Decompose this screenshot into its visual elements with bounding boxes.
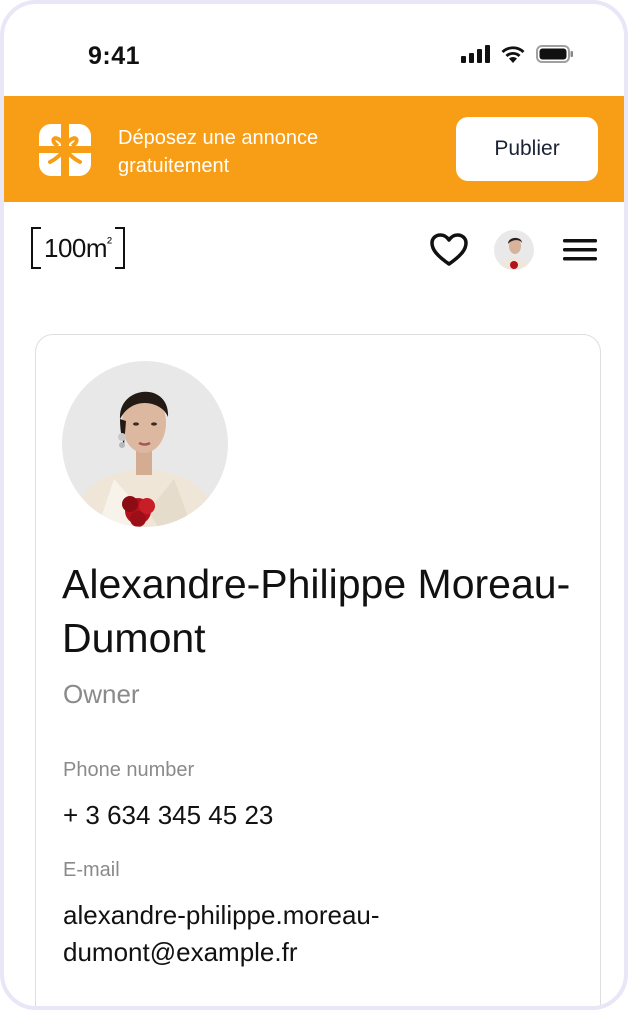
status-time: 9:41 — [88, 42, 141, 70]
profile-role: Owner — [63, 679, 140, 709]
email-label: E-mail — [63, 859, 120, 881]
phone-frame: 9:41 Déposez une annonce gratuitement Pu… — [0, 0, 628, 1010]
promo-banner: Déposez une annonce gratuitement Publier — [4, 96, 624, 202]
promo-text: Déposez une annonce gratuitement — [118, 127, 319, 177]
avatar[interactable] — [494, 230, 534, 270]
profile-card: Alexandre-Philippe Moreau-Dumont Owner P… — [35, 334, 601, 1006]
gift-icon — [39, 124, 91, 176]
profile-photo — [62, 361, 228, 527]
status-icons — [461, 44, 574, 64]
battery-icon — [536, 45, 573, 63]
logo-text: 100m² — [44, 232, 112, 263]
phone-label: Phone number — [63, 759, 195, 781]
heart-icon[interactable] — [430, 233, 468, 267]
profile-name: Alexandre-Philippe Moreau-Dumont — [62, 561, 571, 661]
email-value[interactable]: alexandre-philippe.moreau-dumont@example… — [63, 897, 563, 971]
publish-button[interactable]: Publier — [456, 117, 598, 181]
status-bar: 9:41 — [4, 4, 624, 96]
cellular-signal-icon — [461, 45, 490, 63]
logo[interactable]: 100m² — [31, 226, 125, 270]
logo-bracket-left — [31, 227, 41, 269]
site-header: 100m² — [4, 202, 624, 292]
phone-value[interactable]: + 3 634 345 45 23 — [63, 797, 273, 834]
wifi-icon — [501, 46, 525, 63]
logo-bracket-right — [114, 227, 125, 269]
menu-icon[interactable] — [562, 238, 598, 262]
